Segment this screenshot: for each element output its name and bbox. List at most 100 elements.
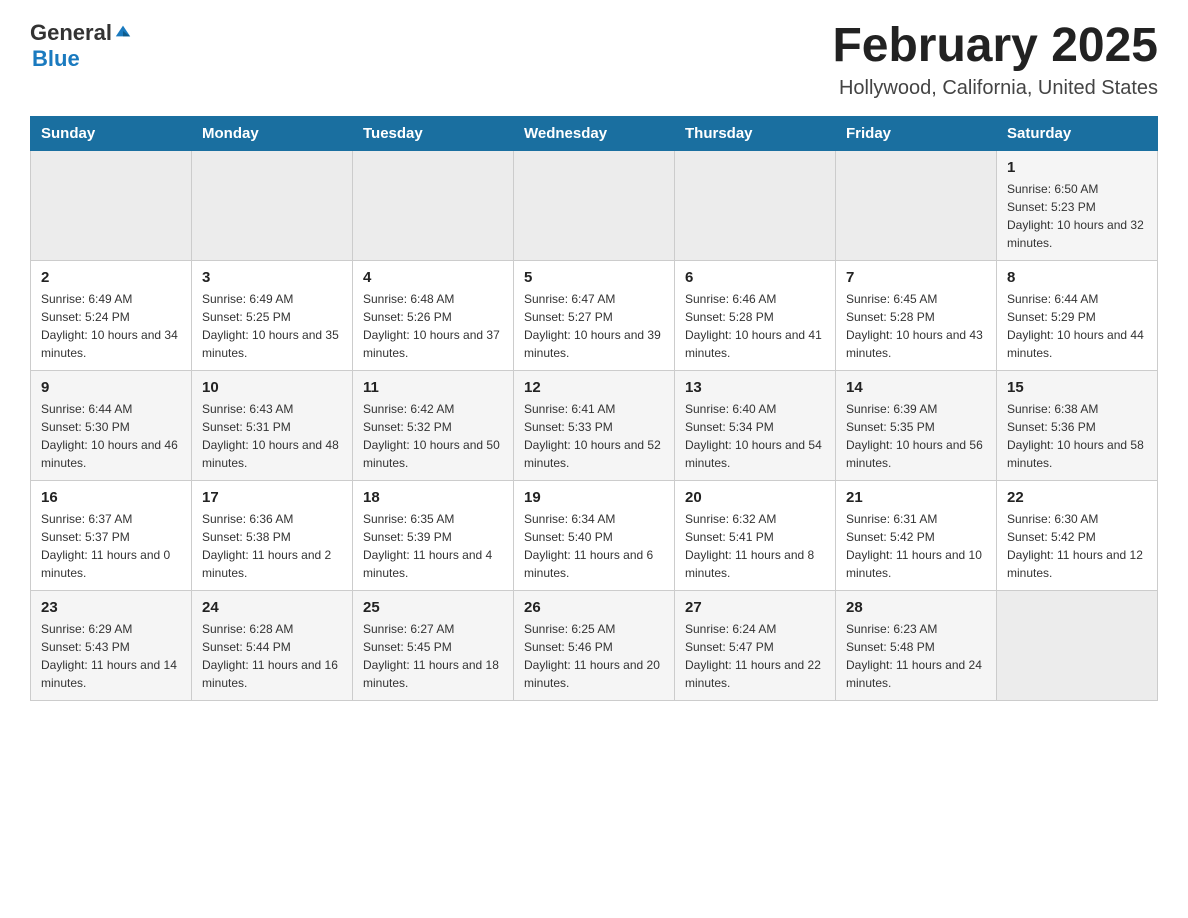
calendar-cell: 19 Sunrise: 6:34 AM Sunset: 5:40 PM Dayli…: [514, 480, 675, 590]
calendar-cell: 20 Sunrise: 6:32 AM Sunset: 5:41 PM Dayli…: [675, 480, 836, 590]
calendar-cell: 16 Sunrise: 6:37 AM Sunset: 5:37 PM Dayli…: [31, 480, 192, 590]
day-info: Sunrise: 6:50 AM Sunset: 5:23 PM Dayligh…: [1007, 180, 1147, 252]
calendar-cell: 28 Sunrise: 6:23 AM Sunset: 5:48 PM Dayli…: [836, 590, 997, 700]
week-row-5: 23Sunrise: 6:29 AM Sunset: 5:43 PM Dayli…: [31, 590, 1158, 700]
calendar-cell: [514, 150, 675, 260]
calendar-cell: 6 Sunrise: 6:46 AM Sunset: 5:28 PM Daylig…: [675, 260, 836, 370]
calendar-cell: 7 Sunrise: 6:45 AM Sunset: 5:28 PM Daylig…: [836, 260, 997, 370]
day-info: Sunrise: 6:31 AM Sunset: 5:42 PM Dayligh…: [846, 510, 986, 582]
calendar-body: 1 Sunrise: 6:50 AM Sunset: 5:23 PM Daylig…: [31, 150, 1158, 700]
day-number: 16: [41, 489, 181, 506]
calendar-cell: 11 Sunrise: 6:42 AM Sunset: 5:32 PM Dayli…: [353, 370, 514, 480]
calendar-cell: 13 Sunrise: 6:40 AM Sunset: 5:34 PM Dayli…: [675, 370, 836, 480]
logo-icon: [114, 22, 132, 40]
calendar-cell: [192, 150, 353, 260]
week-row-3: 9 Sunrise: 6:44 AM Sunset: 5:30 PM Daylig…: [31, 370, 1158, 480]
logo: General Blue: [30, 20, 132, 72]
calendar-cell: 3 Sunrise: 6:49 AM Sunset: 5:25 PM Daylig…: [192, 260, 353, 370]
header-day-tuesday: Tuesday: [353, 116, 514, 150]
day-info: Sunrise: 6:36 AM Sunset: 5:38 PM Dayligh…: [202, 510, 342, 582]
day-info: Sunrise: 6:46 AM Sunset: 5:28 PM Dayligh…: [685, 290, 825, 362]
day-number: 27: [685, 599, 825, 616]
day-info: Sunrise: 6:27 AM Sunset: 5:45 PM Dayligh…: [363, 620, 503, 692]
day-number: 25: [363, 599, 503, 616]
day-number: 12: [524, 379, 664, 396]
day-number: 21: [846, 489, 986, 506]
day-info: Sunrise: 6:25 AM Sunset: 5:46 PM Dayligh…: [524, 620, 664, 692]
day-info: Sunrise: 6:44 AM Sunset: 5:29 PM Dayligh…: [1007, 290, 1147, 362]
week-row-2: 2 Sunrise: 6:49 AM Sunset: 5:24 PM Daylig…: [31, 260, 1158, 370]
day-number: 14: [846, 379, 986, 396]
day-info: Sunrise: 6:23 AM Sunset: 5:48 PM Dayligh…: [846, 620, 986, 692]
day-info: Sunrise: 6:48 AM Sunset: 5:26 PM Dayligh…: [363, 290, 503, 362]
day-info: Sunrise: 6:49 AM Sunset: 5:24 PM Dayligh…: [41, 290, 181, 362]
day-number: 9: [41, 379, 181, 396]
day-info: Sunrise: 6:45 AM Sunset: 5:28 PM Dayligh…: [846, 290, 986, 362]
day-number: 23: [41, 599, 181, 616]
calendar-table: SundayMondayTuesdayWednesdayThursdayFrid…: [30, 116, 1158, 701]
day-info: Sunrise: 6:40 AM Sunset: 5:34 PM Dayligh…: [685, 400, 825, 472]
calendar-cell: 14 Sunrise: 6:39 AM Sunset: 5:35 PM Dayli…: [836, 370, 997, 480]
calendar-cell: 9 Sunrise: 6:44 AM Sunset: 5:30 PM Daylig…: [31, 370, 192, 480]
day-number: 11: [363, 379, 503, 396]
logo-general: General: [30, 20, 112, 46]
day-number: 3: [202, 269, 342, 286]
day-number: 22: [1007, 489, 1147, 506]
header-day-saturday: Saturday: [997, 116, 1158, 150]
day-number: 10: [202, 379, 342, 396]
logo-blue: Blue: [32, 46, 80, 71]
day-info: Sunrise: 6:42 AM Sunset: 5:32 PM Dayligh…: [363, 400, 503, 472]
day-number: 4: [363, 269, 503, 286]
calendar-cell: 10 Sunrise: 6:43 AM Sunset: 5:31 PM Dayli…: [192, 370, 353, 480]
title-area: February 2025 Hollywood, California, Uni…: [832, 20, 1158, 100]
day-info: Sunrise: 6:35 AM Sunset: 5:39 PM Dayligh…: [363, 510, 503, 582]
calendar-cell: [997, 590, 1158, 700]
calendar-cell: 2 Sunrise: 6:49 AM Sunset: 5:24 PM Daylig…: [31, 260, 192, 370]
day-info: Sunrise: 6:39 AM Sunset: 5:35 PM Dayligh…: [846, 400, 986, 472]
day-number: 15: [1007, 379, 1147, 396]
day-number: 28: [846, 599, 986, 616]
calendar-cell: [836, 150, 997, 260]
calendar-title: February 2025: [832, 20, 1158, 73]
header-row: SundayMondayTuesdayWednesdayThursdayFrid…: [31, 116, 1158, 150]
page-header: General Blue February 2025 Hollywood, Ca…: [30, 20, 1158, 100]
calendar-cell: 27Sunrise: 6:24 AM Sunset: 5:47 PM Dayli…: [675, 590, 836, 700]
header-day-wednesday: Wednesday: [514, 116, 675, 150]
day-number: 6: [685, 269, 825, 286]
calendar-cell: 18 Sunrise: 6:35 AM Sunset: 5:39 PM Dayli…: [353, 480, 514, 590]
header-day-thursday: Thursday: [675, 116, 836, 150]
header-day-friday: Friday: [836, 116, 997, 150]
day-number: 13: [685, 379, 825, 396]
calendar-cell: 26 Sunrise: 6:25 AM Sunset: 5:46 PM Dayli…: [514, 590, 675, 700]
calendar-cell: 4 Sunrise: 6:48 AM Sunset: 5:26 PM Daylig…: [353, 260, 514, 370]
day-number: 26: [524, 599, 664, 616]
day-info: Sunrise: 6:34 AM Sunset: 5:40 PM Dayligh…: [524, 510, 664, 582]
calendar-cell: 22 Sunrise: 6:30 AM Sunset: 5:42 PM Dayli…: [997, 480, 1158, 590]
day-number: 19: [524, 489, 664, 506]
calendar-cell: 8Sunrise: 6:44 AM Sunset: 5:29 PM Daylig…: [997, 260, 1158, 370]
calendar-cell: 21 Sunrise: 6:31 AM Sunset: 5:42 PM Dayli…: [836, 480, 997, 590]
day-info: Sunrise: 6:38 AM Sunset: 5:36 PM Dayligh…: [1007, 400, 1147, 472]
day-number: 1: [1007, 159, 1147, 176]
day-info: Sunrise: 6:44 AM Sunset: 5:30 PM Dayligh…: [41, 400, 181, 472]
day-number: 24: [202, 599, 342, 616]
day-number: 17: [202, 489, 342, 506]
day-info: Sunrise: 6:43 AM Sunset: 5:31 PM Dayligh…: [202, 400, 342, 472]
day-info: Sunrise: 6:32 AM Sunset: 5:41 PM Dayligh…: [685, 510, 825, 582]
calendar-cell: [353, 150, 514, 260]
week-row-4: 16 Sunrise: 6:37 AM Sunset: 5:37 PM Dayli…: [31, 480, 1158, 590]
day-info: Sunrise: 6:49 AM Sunset: 5:25 PM Dayligh…: [202, 290, 342, 362]
day-number: 2: [41, 269, 181, 286]
day-number: 5: [524, 269, 664, 286]
day-info: Sunrise: 6:30 AM Sunset: 5:42 PM Dayligh…: [1007, 510, 1147, 582]
day-number: 20: [685, 489, 825, 506]
calendar-cell: 23Sunrise: 6:29 AM Sunset: 5:43 PM Dayli…: [31, 590, 192, 700]
calendar-cell: 25 Sunrise: 6:27 AM Sunset: 5:45 PM Dayli…: [353, 590, 514, 700]
day-info: Sunrise: 6:47 AM Sunset: 5:27 PM Dayligh…: [524, 290, 664, 362]
day-number: 7: [846, 269, 986, 286]
calendar-cell: 5 Sunrise: 6:47 AM Sunset: 5:27 PM Daylig…: [514, 260, 675, 370]
day-info: Sunrise: 6:37 AM Sunset: 5:37 PM Dayligh…: [41, 510, 181, 582]
day-info: Sunrise: 6:41 AM Sunset: 5:33 PM Dayligh…: [524, 400, 664, 472]
day-number: 18: [363, 489, 503, 506]
header-day-sunday: Sunday: [31, 116, 192, 150]
